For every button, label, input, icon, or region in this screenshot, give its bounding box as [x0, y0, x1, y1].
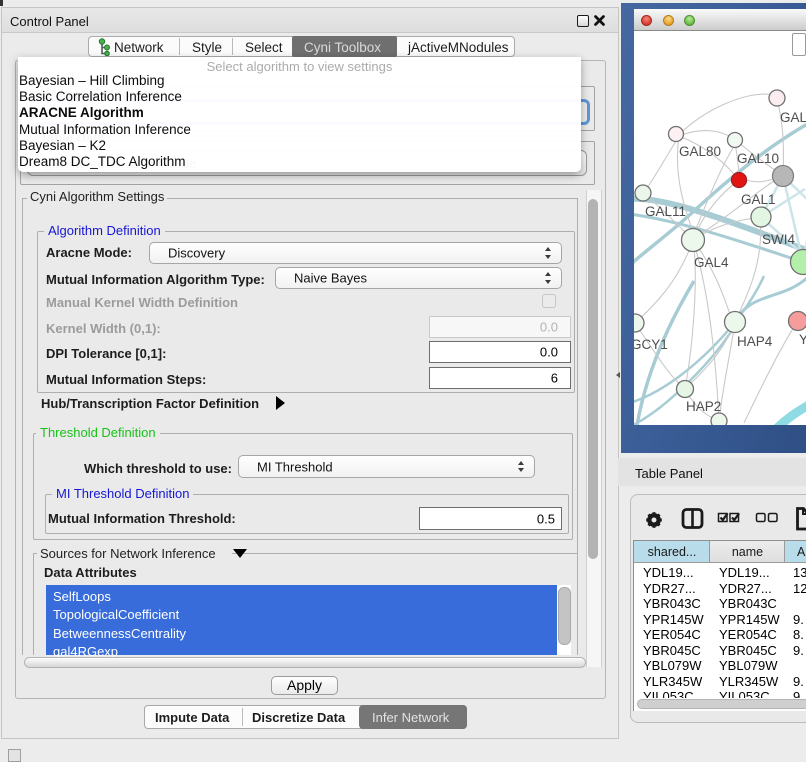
- svg-text:HAP2: HAP2: [686, 399, 721, 414]
- svg-text:SWI4: SWI4: [762, 232, 795, 247]
- svg-text:GAL4: GAL4: [694, 255, 729, 270]
- svg-text:GAL80: GAL80: [679, 144, 721, 159]
- svg-text:GAL2: GAL2: [780, 110, 806, 125]
- svg-text:GAL11: GAL11: [645, 204, 686, 219]
- svg-text:HAP4: HAP4: [737, 334, 773, 349]
- svg-text:GAL1: GAL1: [741, 192, 776, 207]
- svg-text:GCY1: GCY1: [634, 337, 668, 352]
- svg-text:GAL10: GAL10: [737, 151, 779, 166]
- svg-text:Y: Y: [799, 332, 806, 347]
